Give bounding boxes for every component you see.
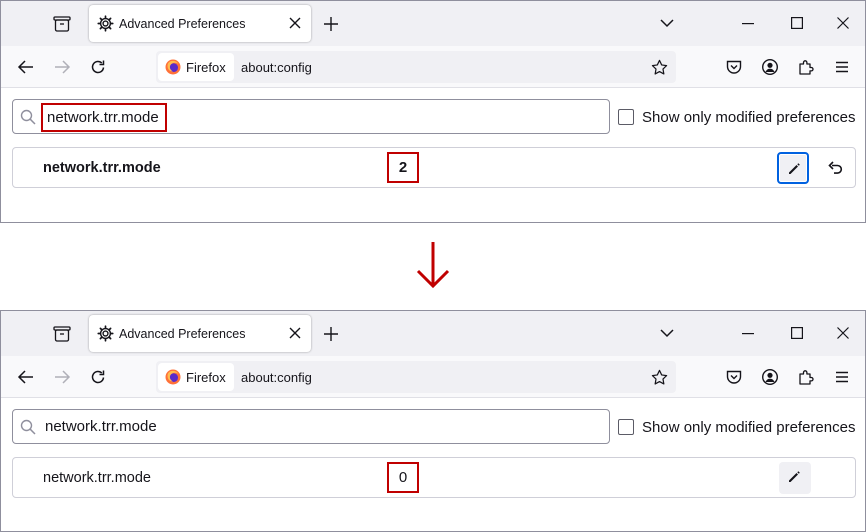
chevron-down-icon[interactable] bbox=[659, 327, 675, 339]
pocket-icon[interactable] bbox=[725, 58, 743, 76]
gear-icon bbox=[97, 325, 114, 342]
edit-button[interactable] bbox=[779, 462, 811, 494]
extensions-icon[interactable] bbox=[797, 368, 815, 386]
search-input[interactable]: network.trr.mode bbox=[41, 103, 167, 132]
star-icon[interactable] bbox=[651, 59, 668, 76]
forward-icon[interactable] bbox=[53, 368, 71, 386]
firefox-logo-icon bbox=[165, 369, 181, 385]
url-bar[interactable]: Firefox about:config bbox=[156, 361, 676, 393]
preference-row: network.trr.mode 2 bbox=[12, 147, 856, 188]
about-config-content: network.trr.mode Show only modified pref… bbox=[1, 89, 865, 222]
maximize-icon[interactable] bbox=[791, 327, 803, 339]
tab-title: Advanced Preferences bbox=[119, 327, 246, 341]
show-modified-checkbox[interactable] bbox=[618, 419, 634, 435]
close-icon[interactable] bbox=[288, 326, 302, 340]
back-icon[interactable] bbox=[17, 368, 35, 386]
tab-collection-icon[interactable] bbox=[52, 14, 72, 34]
window-close-icon[interactable] bbox=[837, 17, 849, 29]
show-modified-checkbox[interactable] bbox=[618, 109, 634, 125]
plus-icon[interactable] bbox=[323, 16, 339, 32]
about-config-content: network.trr.mode Show only modified pref… bbox=[1, 399, 865, 531]
tab-bar: Advanced Preferences bbox=[1, 311, 865, 356]
show-modified-label[interactable]: Show only modified preferences bbox=[642, 109, 855, 126]
account-icon[interactable] bbox=[761, 58, 779, 76]
menu-icon[interactable] bbox=[833, 58, 851, 76]
url-text[interactable]: about:config bbox=[241, 60, 312, 75]
forward-icon[interactable] bbox=[53, 58, 71, 76]
identity-label: Firefox bbox=[186, 60, 226, 75]
tab-title: Advanced Preferences bbox=[119, 17, 246, 31]
minimize-icon[interactable] bbox=[742, 23, 754, 25]
identity-box[interactable]: Firefox bbox=[158, 53, 234, 81]
tab-bar: Advanced Preferences bbox=[1, 1, 865, 46]
tab-collection-icon[interactable] bbox=[52, 324, 72, 344]
identity-box[interactable]: Firefox bbox=[158, 363, 234, 391]
search-input[interactable]: network.trr.mode bbox=[41, 413, 161, 442]
pocket-icon[interactable] bbox=[725, 368, 743, 386]
tab-advanced-preferences[interactable]: Advanced Preferences bbox=[89, 5, 311, 42]
preference-value: 2 bbox=[387, 152, 419, 183]
pencil-icon bbox=[789, 163, 800, 174]
tab-advanced-preferences[interactable]: Advanced Preferences bbox=[89, 315, 311, 352]
back-icon[interactable] bbox=[17, 58, 35, 76]
menu-icon[interactable] bbox=[833, 368, 851, 386]
navigation-toolbar: Firefox about:config bbox=[1, 46, 865, 88]
reload-icon[interactable] bbox=[89, 368, 107, 386]
navigation-toolbar: Firefox about:config bbox=[1, 356, 865, 398]
search-icon bbox=[20, 109, 36, 125]
reload-icon[interactable] bbox=[89, 58, 107, 76]
search-field[interactable]: network.trr.mode bbox=[12, 99, 610, 134]
url-bar[interactable]: Firefox about:config bbox=[156, 51, 676, 83]
preference-value: 0 bbox=[387, 462, 419, 493]
browser-window-before: Advanced Preferences Firefox about:confi… bbox=[0, 0, 866, 223]
url-text[interactable]: about:config bbox=[241, 370, 312, 385]
pencil-icon bbox=[789, 471, 800, 482]
search-field[interactable]: network.trr.mode bbox=[12, 409, 610, 444]
edit-button[interactable] bbox=[777, 152, 809, 184]
plus-icon[interactable] bbox=[323, 326, 339, 342]
show-modified-label[interactable]: Show only modified preferences bbox=[642, 419, 855, 436]
firefox-logo-icon bbox=[165, 59, 181, 75]
maximize-icon[interactable] bbox=[791, 17, 803, 29]
preference-name: network.trr.mode bbox=[43, 160, 161, 176]
window-close-icon[interactable] bbox=[837, 327, 849, 339]
star-icon[interactable] bbox=[651, 369, 668, 386]
search-icon bbox=[20, 419, 36, 435]
browser-window-after: Advanced Preferences Firefox about:confi… bbox=[0, 310, 866, 532]
gear-icon bbox=[97, 15, 114, 32]
identity-label: Firefox bbox=[186, 370, 226, 385]
preference-row: network.trr.mode 0 bbox=[12, 457, 856, 498]
account-icon[interactable] bbox=[761, 368, 779, 386]
undo-icon bbox=[828, 161, 843, 174]
chevron-down-icon[interactable] bbox=[659, 17, 675, 29]
close-icon[interactable] bbox=[288, 16, 302, 30]
down-arrow-icon bbox=[416, 242, 450, 289]
reset-button[interactable] bbox=[819, 152, 851, 184]
minimize-icon[interactable] bbox=[742, 333, 754, 335]
preference-name: network.trr.mode bbox=[43, 470, 151, 486]
extensions-icon[interactable] bbox=[797, 58, 815, 76]
